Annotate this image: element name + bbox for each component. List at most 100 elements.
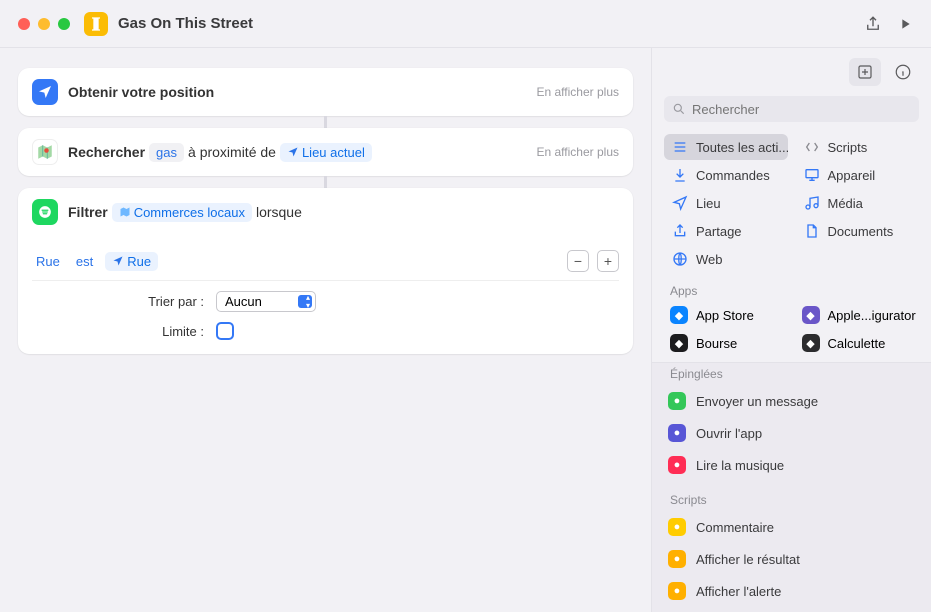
script-icon: [804, 139, 820, 155]
category-label: Documents: [828, 224, 894, 239]
traffic-lights: [18, 18, 70, 30]
category-grid: Toutes les acti... Scripts Commandes Appare…: [652, 130, 931, 280]
sidebar-toolbar: [652, 48, 931, 96]
scripts-section-header: Scripts: [652, 489, 931, 511]
search-input[interactable]: [692, 102, 911, 117]
minimize-window-button[interactable]: [38, 18, 50, 30]
category-label: Média: [828, 196, 863, 211]
apps-grid: ◆App Store◆Apple...igurator◆Bourse◆Calcu…: [652, 302, 931, 362]
category-item[interactable]: Média: [796, 190, 920, 216]
monitor-icon: [804, 167, 820, 183]
list-item[interactable]: ●Afficher l'alerte: [652, 575, 931, 607]
search-field[interactable]: [664, 96, 919, 122]
app-label: Apple...igurator: [828, 308, 916, 323]
list-item[interactable]: ●Demander une entrée: [652, 607, 931, 612]
show-more-button[interactable]: En afficher plus: [537, 85, 620, 99]
category-item[interactable]: Lieu: [664, 190, 788, 216]
pinned-section-header: Épinglées: [652, 363, 931, 385]
add-filter-button[interactable]: +: [597, 250, 619, 272]
list-item[interactable]: ● Lire la musique: [652, 449, 931, 481]
category-item[interactable]: Scripts: [796, 134, 920, 160]
app-icon: ◆: [670, 334, 688, 352]
list-item-label: Envoyer un message: [696, 394, 818, 409]
filter-icon: [32, 199, 58, 225]
app-item[interactable]: ◆ Apple...igurator: [796, 302, 920, 328]
action-icon: ●: [668, 424, 686, 442]
action-icon: ●: [668, 518, 686, 536]
category-item[interactable]: Partage: [664, 218, 788, 244]
category-item[interactable]: Appareil: [796, 162, 920, 188]
action-card-filter[interactable]: Filtrer Commerces locaux lorsque Rue est: [18, 188, 633, 354]
limit-checkbox[interactable]: [216, 322, 234, 340]
library-tab-button[interactable]: [849, 58, 881, 86]
action-card-search[interactable]: Rechercher gas à proximité de Lieu actue…: [18, 128, 633, 176]
close-window-button[interactable]: [18, 18, 30, 30]
input-variable-token[interactable]: Commerces locaux: [112, 203, 252, 222]
category-label: Web: [696, 252, 723, 267]
download-icon: [672, 167, 688, 183]
sort-row: Trier par : Aucun ▴▾: [32, 281, 619, 312]
category-item[interactable]: Documents: [796, 218, 920, 244]
category-item[interactable]: Commandes: [664, 162, 788, 188]
category-item[interactable]: Toutes les acti...: [664, 134, 788, 160]
location-icon: [32, 79, 58, 105]
app-icon: ◆: [670, 306, 688, 324]
action-icon: ●: [668, 392, 686, 410]
filter-condition-row: Rue est Rue − +: [32, 242, 619, 281]
category-label: Toutes les acti...: [696, 140, 788, 155]
search-icon: [672, 102, 686, 116]
run-button[interactable]: [889, 10, 921, 38]
web-icon: [672, 251, 688, 267]
titlebar: Gas On This Street: [0, 0, 931, 48]
list-item-label: Afficher l'alerte: [696, 584, 781, 599]
connector: [324, 116, 327, 128]
connector: [324, 176, 327, 188]
app-item[interactable]: ◆ Bourse: [664, 330, 788, 356]
list-item-label: Afficher le résultat: [696, 552, 800, 567]
location-icon: [672, 195, 688, 211]
category-label: Commandes: [696, 168, 770, 183]
shortcut-icon: [84, 12, 108, 36]
list-item[interactable]: ● Envoyer un message: [652, 385, 931, 417]
remove-filter-button[interactable]: −: [567, 250, 589, 272]
list-item-label: Lire la musique: [696, 458, 784, 473]
sort-select[interactable]: Aucun ▴▾: [216, 291, 316, 312]
show-more-button[interactable]: En afficher plus: [537, 145, 620, 159]
action-card-get-location[interactable]: Obtenir votre position En afficher plus: [18, 68, 633, 116]
action-title: Obtenir votre position: [68, 84, 214, 100]
content-area: Obtenir votre position En afficher plus …: [0, 48, 931, 612]
app-icon: ◆: [802, 306, 820, 324]
action-inline-sentence: Rechercher gas à proximité de Lieu actue…: [68, 143, 372, 162]
maps-icon: [32, 139, 58, 165]
zoom-window-button[interactable]: [58, 18, 70, 30]
search-term-token[interactable]: gas: [149, 143, 184, 162]
category-item[interactable]: Web: [664, 246, 788, 272]
pinned-and-scripts-list: Épinglées ● Envoyer un message ●Ouvrir l'a…: [652, 362, 931, 612]
share-icon: [672, 223, 688, 239]
info-tab-button[interactable]: [887, 58, 919, 86]
share-button[interactable]: [857, 10, 889, 38]
doc-icon: [804, 223, 820, 239]
filter-op-picker[interactable]: est: [72, 252, 97, 271]
location-variable-token[interactable]: Lieu actuel: [280, 143, 372, 162]
action-icon: ●: [668, 550, 686, 568]
editor-canvas[interactable]: Obtenir votre position En afficher plus …: [0, 48, 651, 612]
app-item[interactable]: ◆App Store: [664, 302, 788, 328]
app-label: Bourse: [696, 336, 737, 351]
filter-value-token[interactable]: Rue: [105, 252, 158, 271]
app-icon: ◆: [802, 334, 820, 352]
category-label: Partage: [696, 224, 742, 239]
library-sidebar: Toutes les acti... Scripts Commandes Appare…: [651, 48, 931, 612]
list-item[interactable]: ● Afficher le résultat: [652, 543, 931, 575]
category-label: Appareil: [828, 168, 876, 183]
window: Gas On This Street Obtenir votre positio…: [0, 0, 931, 612]
action-icon: ●: [668, 456, 686, 474]
app-item[interactable]: ◆Calculette: [796, 330, 920, 356]
list-item[interactable]: ●Ouvrir l'app: [652, 417, 931, 449]
music-icon: [804, 195, 820, 211]
window-title: Gas On This Street: [118, 15, 253, 32]
filter-field-picker[interactable]: Rue: [32, 252, 64, 271]
category-label: Lieu: [696, 196, 721, 211]
list-item-label: Commentaire: [696, 520, 774, 535]
list-item[interactable]: ● Commentaire: [652, 511, 931, 543]
